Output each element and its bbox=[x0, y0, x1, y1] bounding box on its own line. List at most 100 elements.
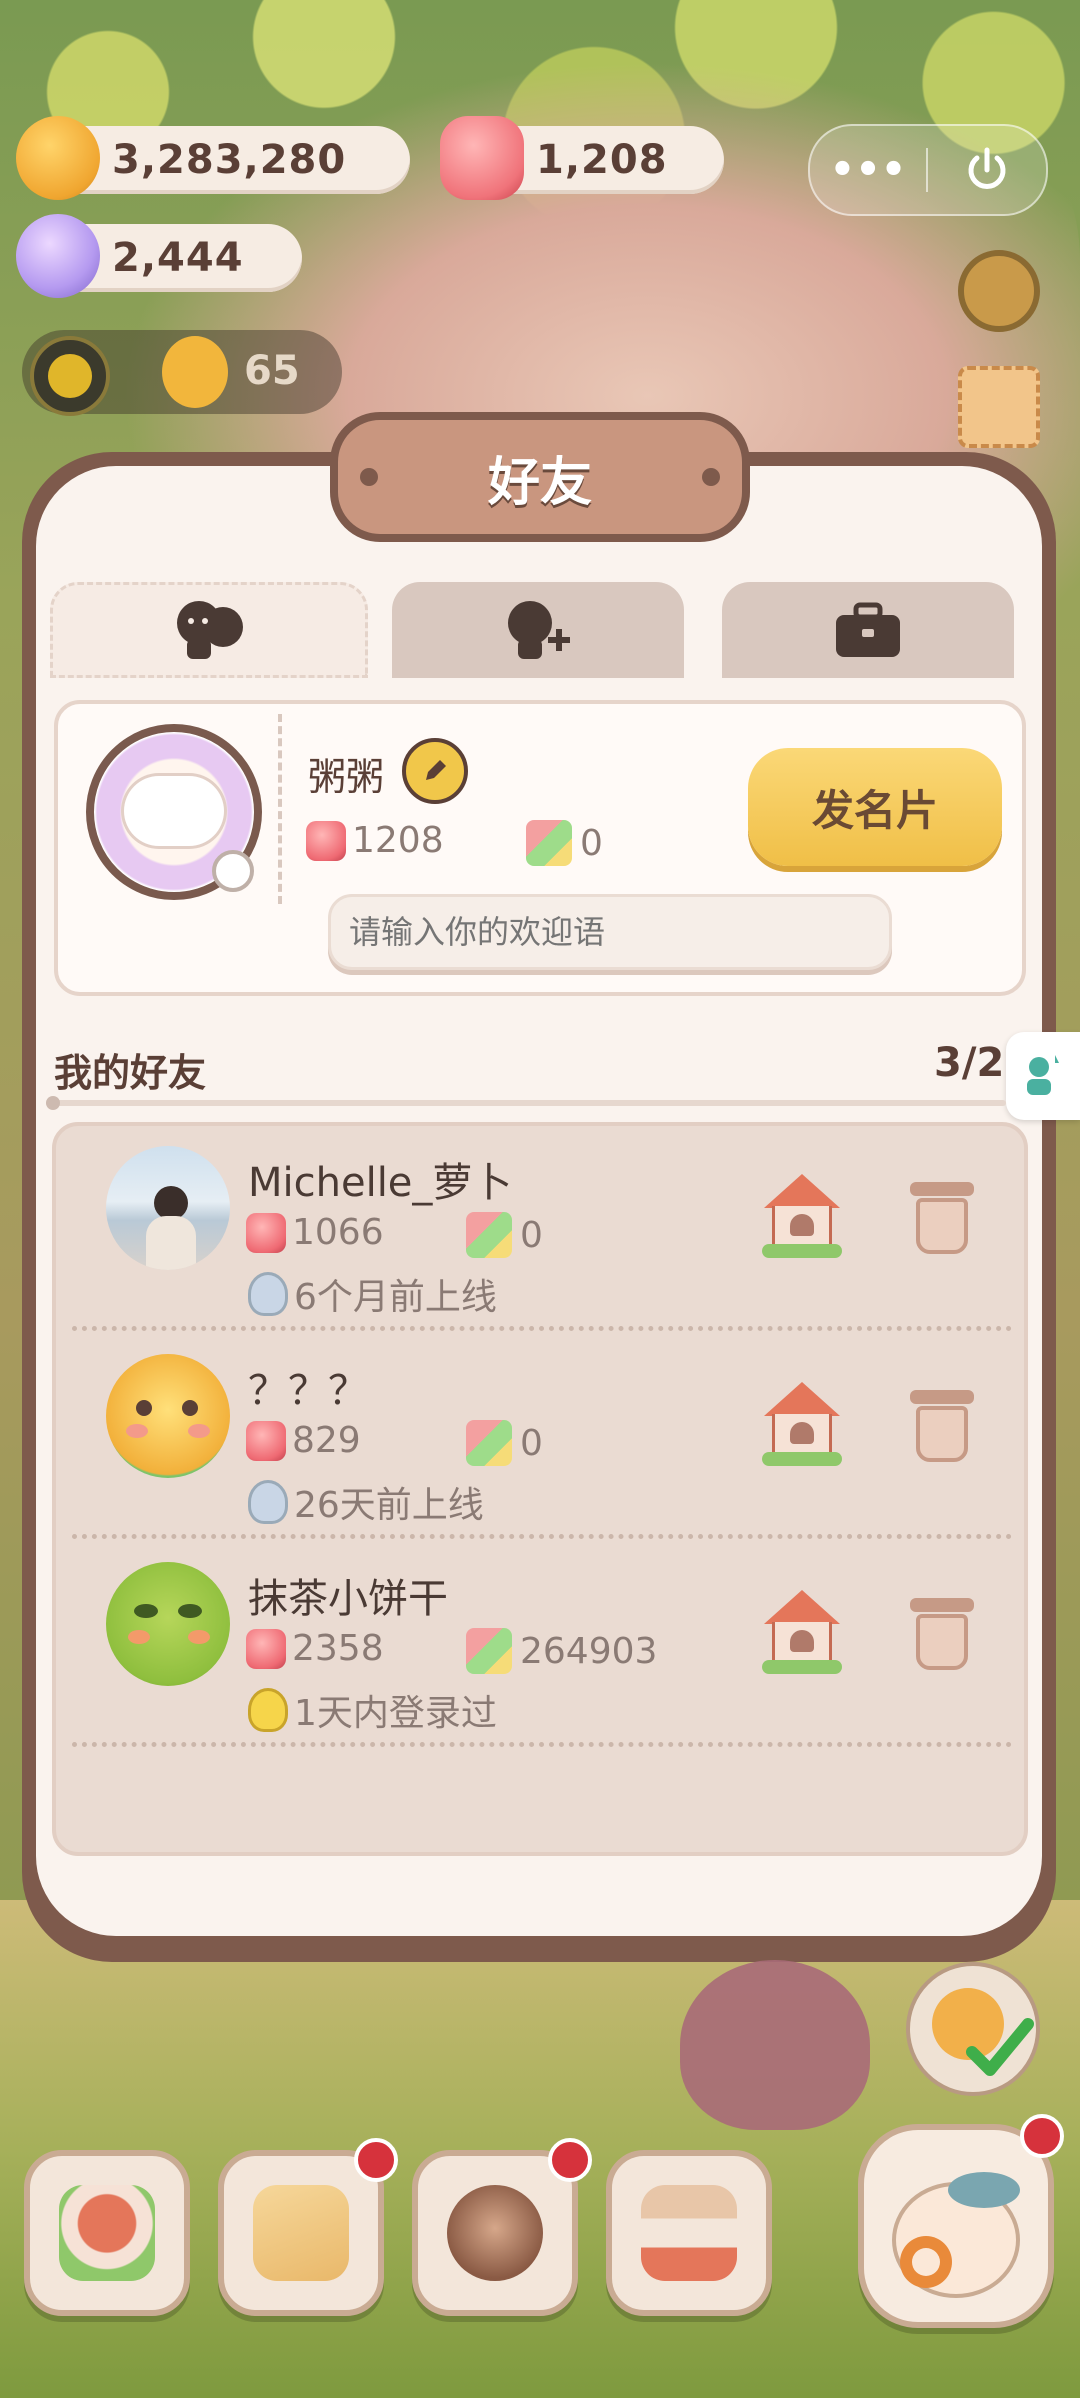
sun-icon bbox=[30, 336, 110, 416]
cookie-currency[interactable]: 3,283,280 bbox=[16, 116, 410, 200]
trash-icon bbox=[906, 1384, 978, 1464]
friend-status-text: 1天内登录过 bbox=[294, 1693, 497, 1734]
gem-currency[interactable]: 1,208 bbox=[440, 116, 724, 200]
gem-icon bbox=[306, 820, 346, 861]
greeting-input[interactable] bbox=[328, 894, 892, 970]
friends-scroll-track[interactable] bbox=[46, 1096, 1006, 1110]
cookie-icon bbox=[16, 116, 100, 200]
list-item[interactable]: Michelle_萝卜 1066 0 6个月前上线 bbox=[56, 1134, 1024, 1344]
notification-dot bbox=[1020, 2114, 1064, 2158]
friend-gem-count: 2358 bbox=[292, 1628, 384, 1669]
notification-dot bbox=[548, 2138, 592, 2182]
visit-house-button[interactable] bbox=[760, 1174, 844, 1258]
tab-add-friend[interactable] bbox=[392, 582, 684, 678]
cat-helper-button[interactable] bbox=[906, 1962, 1040, 2096]
friends-list: Michelle_萝卜 1066 0 6个月前上线 ？？？ 829 0 26天前… bbox=[52, 1122, 1028, 1856]
friend-gem-count: 1066 bbox=[292, 1212, 384, 1253]
friends-icon bbox=[177, 601, 243, 659]
crystal-icon bbox=[16, 214, 100, 298]
gem-amount: 1,208 bbox=[536, 137, 668, 183]
gem-icon bbox=[246, 1420, 286, 1461]
friend-status: 6个月前上线 bbox=[248, 1268, 497, 1320]
trash-icon bbox=[906, 1592, 978, 1672]
notebook-icon bbox=[253, 2185, 349, 2281]
friend-status: 1天内登录过 bbox=[248, 1684, 497, 1736]
gift-icon bbox=[466, 1628, 512, 1674]
my-gem-stat: 1208 bbox=[306, 820, 444, 861]
pencil-icon bbox=[426, 760, 446, 780]
mushroom-house-icon bbox=[59, 2185, 155, 2281]
characters-icon bbox=[447, 2185, 543, 2281]
friend-status: 26天前上线 bbox=[248, 1476, 484, 1528]
crystal-currency[interactable]: 2,444 bbox=[16, 214, 302, 298]
shop-stall-icon bbox=[641, 2185, 737, 2281]
nav-shop[interactable] bbox=[606, 2150, 772, 2316]
avatar[interactable] bbox=[86, 724, 262, 900]
gift-icon bbox=[466, 1212, 512, 1258]
gem-icon bbox=[246, 1628, 286, 1669]
settings-gear-icon[interactable] bbox=[958, 250, 1040, 332]
nav-notebook[interactable] bbox=[218, 2138, 398, 2316]
send-card-button[interactable]: 发名片 bbox=[748, 748, 1002, 866]
notification-dot bbox=[354, 2138, 398, 2182]
list-item[interactable]: ？？？ 829 0 26天前上线 bbox=[56, 1342, 1024, 1552]
offline-bulb-icon bbox=[248, 1272, 288, 1316]
more-button[interactable]: ••• bbox=[810, 147, 926, 193]
my-gift-stat: 0 bbox=[526, 820, 603, 866]
friend-status-text: 26天前上线 bbox=[294, 1485, 484, 1526]
friend-gift-stat: 264903 bbox=[466, 1628, 657, 1674]
friend-gift-stat: 0 bbox=[466, 1212, 543, 1258]
add-friend-icon bbox=[508, 601, 570, 659]
friend-avatar-cookie[interactable] bbox=[106, 1354, 230, 1478]
gem-icon bbox=[440, 116, 524, 200]
friend-gem-stat: 2358 bbox=[246, 1628, 384, 1669]
level-value: 65 bbox=[244, 348, 300, 394]
edit-name-button[interactable] bbox=[402, 738, 468, 804]
crystal-amount: 2,444 bbox=[112, 235, 244, 281]
nav-bakery[interactable] bbox=[858, 2114, 1064, 2328]
my-gift-count: 0 bbox=[580, 822, 603, 864]
stamp-icon[interactable] bbox=[958, 366, 1040, 448]
offline-bulb-icon bbox=[248, 1480, 288, 1524]
my-profile-card: 粥粥 1208 0 发名片 bbox=[54, 700, 1026, 996]
friend-gem-count: 829 bbox=[292, 1420, 361, 1461]
friend-name: ？？？ bbox=[248, 1368, 368, 1414]
my-gem-count: 1208 bbox=[352, 820, 444, 861]
row-divider bbox=[72, 1742, 1012, 1747]
nav-characters[interactable] bbox=[412, 2138, 592, 2316]
house-icon bbox=[760, 1174, 844, 1258]
delete-friend-button[interactable] bbox=[906, 1176, 978, 1256]
power-button[interactable] bbox=[928, 144, 1046, 196]
tab-briefcase[interactable] bbox=[722, 582, 1014, 678]
level-bar[interactable]: 65 bbox=[22, 330, 342, 416]
avatar-settings-icon[interactable] bbox=[212, 850, 254, 892]
add-friend-side-button[interactable] bbox=[1006, 1032, 1080, 1120]
house-icon bbox=[760, 1590, 844, 1674]
trash-icon bbox=[906, 1176, 978, 1256]
friend-gift-count: 264903 bbox=[520, 1630, 658, 1672]
monster-character[interactable] bbox=[680, 1960, 870, 2130]
gift-icon bbox=[466, 1420, 512, 1466]
list-item[interactable]: 抹茶小饼干 2358 264903 1天内登录过 bbox=[56, 1550, 1024, 1760]
scroll-knob[interactable] bbox=[46, 1096, 60, 1110]
tab-friends[interactable] bbox=[50, 582, 368, 678]
friend-status-text: 6个月前上线 bbox=[294, 1277, 497, 1318]
row-divider bbox=[72, 1326, 1012, 1331]
delete-friend-button[interactable] bbox=[906, 1592, 978, 1672]
visit-house-button[interactable] bbox=[760, 1382, 844, 1466]
gift-icon bbox=[526, 820, 572, 866]
visit-house-button[interactable] bbox=[760, 1590, 844, 1674]
nav-build-house[interactable] bbox=[24, 2150, 190, 2316]
cloud-avatar-icon bbox=[124, 776, 224, 846]
gem-icon bbox=[246, 1212, 286, 1253]
online-bulb-icon bbox=[248, 1688, 288, 1732]
power-icon bbox=[968, 147, 1006, 189]
friend-gem-stat: 829 bbox=[246, 1420, 361, 1461]
friend-avatar-photo[interactable] bbox=[106, 1146, 230, 1270]
friend-avatar-matcha[interactable] bbox=[106, 1562, 230, 1686]
house-icon bbox=[760, 1382, 844, 1466]
delete-friend-button[interactable] bbox=[906, 1384, 978, 1464]
checkmark-icon bbox=[932, 1988, 1034, 2076]
friend-gift-count: 0 bbox=[520, 1422, 543, 1464]
cookie-amount: 3,283,280 bbox=[112, 137, 347, 183]
